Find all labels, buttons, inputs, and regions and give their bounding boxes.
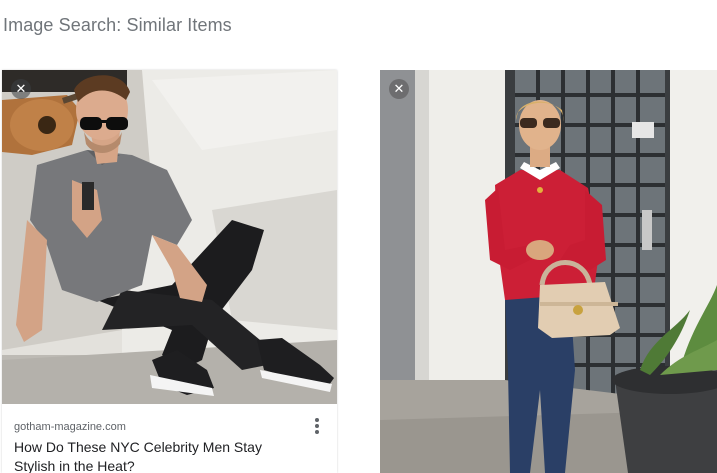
close-icon[interactable]: ✕ — [389, 79, 409, 99]
image-search-page: Image Search: Similar Items ✕ gotham-mag… — [0, 0, 717, 473]
source-domain[interactable]: gotham-magazine.com — [14, 421, 126, 433]
result-caption[interactable]: How Do These NYC Celebrity Men Stay Styl… — [14, 438, 294, 473]
result-image[interactable] — [380, 70, 717, 473]
more-vert-icon[interactable] — [309, 416, 325, 440]
result-card[interactable]: ✕ — [380, 70, 717, 473]
result-image[interactable] — [2, 70, 337, 404]
card-info[interactable]: gotham-magazine.com How Do These NYC Cel… — [2, 404, 337, 473]
close-icon[interactable]: ✕ — [11, 79, 31, 99]
result-card[interactable]: ✕ gotham-magazine.com How Do These NYC C… — [2, 70, 337, 473]
page-title: Image Search: Similar Items — [3, 15, 232, 35]
